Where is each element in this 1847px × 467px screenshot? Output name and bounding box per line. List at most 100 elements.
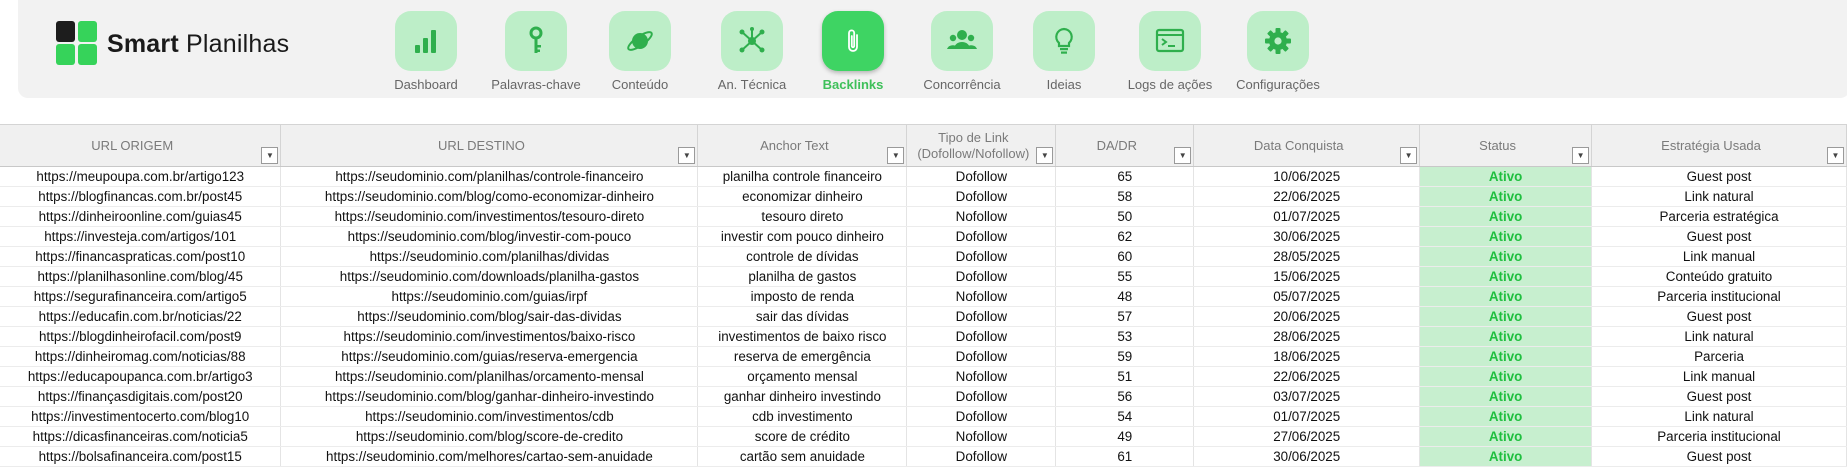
estrategia-cell[interactable]: Parceria estratégica <box>1591 206 1847 227</box>
tipo-de-link-cell[interactable]: Nofollow <box>906 366 1057 387</box>
url-destino-cell[interactable]: https://seudominio.com/investimentos/cdb <box>280 406 699 427</box>
status-cell[interactable]: Ativo <box>1419 206 1593 227</box>
url-destino-cell[interactable]: https://seudominio.com/investimentos/bai… <box>280 326 699 347</box>
tipo-de-link-cell[interactable]: Dofollow <box>906 226 1057 247</box>
status-cell[interactable]: Ativo <box>1419 226 1593 247</box>
anchor-text-cell[interactable]: investir com pouco dinheiro <box>697 226 908 247</box>
url-origem-cell[interactable]: https://blogdinheirofacil.com/post9 <box>0 326 282 347</box>
nav-button-configuracoes[interactable]: Configurações <box>1228 11 1328 92</box>
data-conquista-cell[interactable]: 28/06/2025 <box>1193 326 1421 347</box>
tipo-de-link-cell[interactable]: Dofollow <box>906 386 1057 407</box>
url-origem-cell[interactable]: https://segurafinanceira.com/artigo5 <box>0 286 282 307</box>
url-destino-cell[interactable]: https://seudominio.com/planilhas/orcamen… <box>280 366 699 387</box>
status-cell[interactable]: Ativo <box>1419 366 1593 387</box>
da-dr-cell[interactable]: 57 <box>1055 306 1195 327</box>
tipo-de-link-cell[interactable]: Nofollow <box>906 426 1057 447</box>
url-origem-cell[interactable]: https://investimentocerto.com/blog10 <box>0 406 282 427</box>
da-dr-cell[interactable]: 59 <box>1055 346 1195 367</box>
estrategia-cell[interactable]: Guest post <box>1591 166 1847 187</box>
filter-dropdown-icon[interactable]: ▼ <box>1036 147 1054 164</box>
estrategia-cell[interactable]: Guest post <box>1591 226 1847 247</box>
tipo-de-link-cell[interactable]: Dofollow <box>906 166 1057 187</box>
filter-dropdown-icon[interactable]: ▼ <box>261 147 279 164</box>
nav-button-logs-de-acoes[interactable]: Logs de ações <box>1120 11 1220 92</box>
da-dr-cell[interactable]: 62 <box>1055 226 1195 247</box>
anchor-text-cell[interactable]: cartão sem anuidade <box>697 446 908 467</box>
estrategia-cell[interactable]: Link manual <box>1591 366 1847 387</box>
tipo-de-link-cell[interactable]: Dofollow <box>906 346 1057 367</box>
url-destino-cell[interactable]: https://seudominio.com/guias/irpf <box>280 286 699 307</box>
anchor-text-cell[interactable]: planilha controle financeiro <box>697 166 908 187</box>
data-conquista-cell[interactable]: 18/06/2025 <box>1193 346 1421 367</box>
nav-button-concorrencia[interactable]: Concorrência <box>912 11 1012 92</box>
status-cell[interactable]: Ativo <box>1419 406 1593 427</box>
anchor-text-cell[interactable]: tesouro direto <box>697 206 908 227</box>
nav-button-backlinks[interactable]: Backlinks <box>803 11 903 92</box>
da-dr-cell[interactable]: 60 <box>1055 246 1195 267</box>
anchor-text-cell[interactable]: ganhar dinheiro investindo <box>697 386 908 407</box>
anchor-text-cell[interactable]: score de crédito <box>697 426 908 447</box>
anchor-text-cell[interactable]: planilha de gastos <box>697 266 908 287</box>
anchor-text-cell[interactable]: imposto de renda <box>697 286 908 307</box>
anchor-text-cell[interactable]: reserva de emergência <box>697 346 908 367</box>
data-conquista-cell[interactable]: 20/06/2025 <box>1193 306 1421 327</box>
da-dr-cell[interactable]: 55 <box>1055 266 1195 287</box>
anchor-text-cell[interactable]: economizar dinheiro <box>697 186 908 207</box>
data-conquista-cell[interactable]: 05/07/2025 <box>1193 286 1421 307</box>
da-dr-cell[interactable]: 48 <box>1055 286 1195 307</box>
da-dr-cell[interactable]: 51 <box>1055 366 1195 387</box>
estrategia-cell[interactable]: Guest post <box>1591 446 1847 467</box>
estrategia-cell[interactable]: Link natural <box>1591 326 1847 347</box>
tipo-de-link-cell[interactable]: Dofollow <box>906 406 1057 427</box>
tipo-de-link-cell[interactable]: Nofollow <box>906 286 1057 307</box>
tipo-de-link-cell[interactable]: Dofollow <box>906 326 1057 347</box>
estrategia-cell[interactable]: Parceria <box>1591 346 1847 367</box>
filter-dropdown-icon[interactable]: ▼ <box>1827 147 1844 164</box>
status-cell[interactable]: Ativo <box>1419 166 1593 187</box>
anchor-text-cell[interactable]: sair das dívidas <box>697 306 908 327</box>
status-cell[interactable]: Ativo <box>1419 426 1593 447</box>
url-destino-cell[interactable]: https://seudominio.com/guias/reserva-eme… <box>280 346 699 367</box>
url-origem-cell[interactable]: https://finançasdigitais.com/post20 <box>0 386 282 407</box>
status-cell[interactable]: Ativo <box>1419 386 1593 407</box>
data-conquista-cell[interactable]: 22/06/2025 <box>1193 186 1421 207</box>
url-destino-cell[interactable]: https://seudominio.com/investimentos/tes… <box>280 206 699 227</box>
status-cell[interactable]: Ativo <box>1419 346 1593 367</box>
status-cell[interactable]: Ativo <box>1419 446 1593 467</box>
status-cell[interactable]: Ativo <box>1419 286 1593 307</box>
data-conquista-cell[interactable]: 03/07/2025 <box>1193 386 1421 407</box>
anchor-text-cell[interactable]: orçamento mensal <box>697 366 908 387</box>
filter-dropdown-icon[interactable]: ▼ <box>678 147 696 164</box>
estrategia-cell[interactable]: Parceria institucional <box>1591 426 1847 447</box>
tipo-de-link-cell[interactable]: Dofollow <box>906 246 1057 267</box>
url-origem-cell[interactable]: https://dinheiromag.com/noticias/88 <box>0 346 282 367</box>
url-destino-cell[interactable]: https://seudominio.com/melhores/cartao-s… <box>280 446 699 467</box>
data-conquista-cell[interactable]: 15/06/2025 <box>1193 266 1421 287</box>
url-destino-cell[interactable]: https://seudominio.com/blog/ganhar-dinhe… <box>280 386 699 407</box>
da-dr-cell[interactable]: 54 <box>1055 406 1195 427</box>
url-origem-cell[interactable]: https://dicasfinanceiras.com/noticia5 <box>0 426 282 447</box>
da-dr-cell[interactable]: 49 <box>1055 426 1195 447</box>
estrategia-cell[interactable]: Guest post <box>1591 386 1847 407</box>
data-conquista-cell[interactable]: 30/06/2025 <box>1193 226 1421 247</box>
url-origem-cell[interactable]: https://dinheiroonline.com/guias45 <box>0 206 282 227</box>
status-cell[interactable]: Ativo <box>1419 186 1593 207</box>
data-conquista-cell[interactable]: 01/07/2025 <box>1193 206 1421 227</box>
url-destino-cell[interactable]: https://seudominio.com/blog/investir-com… <box>280 226 699 247</box>
estrategia-cell[interactable]: Guest post <box>1591 306 1847 327</box>
da-dr-cell[interactable]: 56 <box>1055 386 1195 407</box>
anchor-text-cell[interactable]: investimentos de baixo risco <box>697 326 908 347</box>
url-destino-cell[interactable]: https://seudominio.com/blog/sair-das-div… <box>280 306 699 327</box>
status-cell[interactable]: Ativo <box>1419 246 1593 267</box>
da-dr-cell[interactable]: 65 <box>1055 166 1195 187</box>
url-destino-cell[interactable]: https://seudominio.com/planilhas/control… <box>280 166 699 187</box>
filter-dropdown-icon[interactable]: ▼ <box>1174 147 1192 164</box>
tipo-de-link-cell[interactable]: Nofollow <box>906 206 1057 227</box>
data-conquista-cell[interactable]: 10/06/2025 <box>1193 166 1421 187</box>
url-origem-cell[interactable]: https://blogfinancas.com.br/post45 <box>0 186 282 207</box>
estrategia-cell[interactable]: Parceria institucional <box>1591 286 1847 307</box>
url-destino-cell[interactable]: https://seudominio.com/blog/score-de-cre… <box>280 426 699 447</box>
anchor-text-cell[interactable]: cdb investimento <box>697 406 908 427</box>
nav-button-palavras-chave[interactable]: Palavras-chave <box>486 11 586 92</box>
status-cell[interactable]: Ativo <box>1419 266 1593 287</box>
